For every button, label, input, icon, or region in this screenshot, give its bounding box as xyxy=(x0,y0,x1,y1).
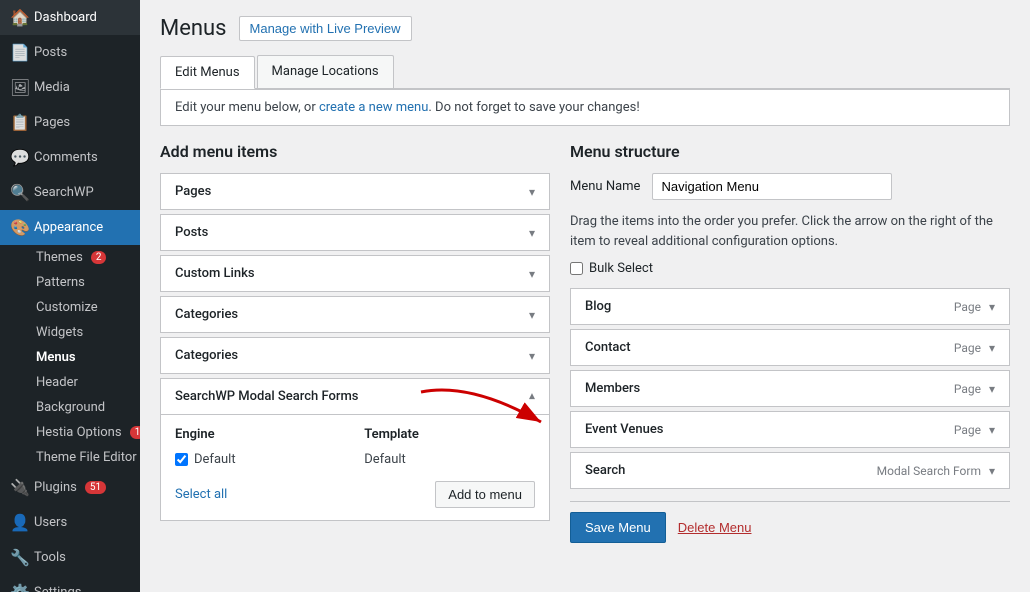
template-col-header: Template xyxy=(364,427,535,448)
accordion-categories2: Categories ▾ xyxy=(160,337,550,374)
bulk-select-row: Bulk Select xyxy=(570,261,1010,276)
save-menu-button[interactable]: Save Menu xyxy=(570,512,666,543)
sidebar-item-dashboard[interactable]: 🏠 Dashboard xyxy=(0,0,140,35)
menu-structure-panel: Menu structure Menu Name Drag the items … xyxy=(570,142,1010,543)
searchwp-row: Default Default xyxy=(175,448,535,471)
accordion-header-categories1[interactable]: Categories ▾ xyxy=(161,297,549,332)
accordion-header-searchwp[interactable]: SearchWP Modal Search Forms ▾ xyxy=(161,379,549,414)
sidebar-item-header[interactable]: Header xyxy=(26,370,140,395)
bulk-select-checkbox[interactable] xyxy=(570,262,583,275)
tab-edit-menus[interactable]: Edit Menus xyxy=(160,56,255,89)
sidebar-item-background[interactable]: Background xyxy=(26,395,140,420)
accordion-searchwp: SearchWP Modal Search Forms ▾ Engine Tem… xyxy=(160,378,550,521)
plugins-icon: 🔌 xyxy=(10,478,28,497)
sidebar-item-themes[interactable]: Themes 2 xyxy=(26,245,140,270)
searchwp-icon: 🔍 xyxy=(10,183,28,202)
searchwp-template-cell: Default xyxy=(364,448,535,471)
searchwp-accordion-body: Engine Template Default xyxy=(161,414,549,520)
users-icon: 👤 xyxy=(10,513,28,532)
menu-name-label: Menu Name xyxy=(570,179,640,194)
bottom-bar: Save Menu Delete Menu xyxy=(570,501,1010,543)
sidebar-item-plugins[interactable]: 🔌 Plugins 51 xyxy=(0,470,140,505)
media-icon: 🖼 xyxy=(10,78,28,97)
sidebar-item-hestia-options[interactable]: Hestia Options 1 xyxy=(26,420,140,445)
searchwp-engine-cell: Default xyxy=(175,448,364,471)
sidebar-item-widgets[interactable]: Widgets xyxy=(26,320,140,345)
sidebar-item-pages[interactable]: 📋 Pages xyxy=(0,105,140,140)
info-bar: Edit your menu below, or create a new me… xyxy=(160,89,1010,126)
chevron-down-icon[interactable]: ▾ xyxy=(989,423,995,437)
sidebar-item-patterns[interactable]: Patterns xyxy=(26,270,140,295)
main-content: Menus Manage with Live Preview Edit Menu… xyxy=(140,0,1030,592)
sidebar-item-menus[interactable]: Menus xyxy=(26,345,140,370)
chevron-down-icon: ▾ xyxy=(529,267,535,281)
chevron-up-icon: ▾ xyxy=(529,390,535,404)
chevron-down-icon: ▾ xyxy=(529,226,535,240)
menu-name-row: Menu Name xyxy=(570,173,1010,200)
tabs: Edit Menus Manage Locations xyxy=(160,55,1010,89)
menu-items-container: Blog Page ▾ Contact Page ▾ Members xyxy=(570,288,1010,489)
engine-col-header: Engine xyxy=(175,427,364,448)
appearance-icon: 🎨 xyxy=(10,218,28,237)
page-header: Menus Manage with Live Preview xyxy=(160,16,1010,41)
tab-manage-locations[interactable]: Manage Locations xyxy=(257,55,394,88)
live-preview-button[interactable]: Manage with Live Preview xyxy=(239,16,412,41)
menu-name-input[interactable] xyxy=(652,173,892,200)
sidebar-item-searchwp[interactable]: 🔍 SearchWP xyxy=(0,175,140,210)
menu-item-event-venues: Event Venues Page ▾ xyxy=(570,411,1010,448)
accordion-header-categories2[interactable]: Categories ▾ xyxy=(161,338,549,373)
sidebar-item-posts[interactable]: 📄 Posts xyxy=(0,35,140,70)
dashboard-icon: 🏠 xyxy=(10,8,28,27)
chevron-down-icon[interactable]: ▾ xyxy=(989,464,995,478)
page-title: Menus xyxy=(160,16,227,41)
bulk-select-label: Bulk Select xyxy=(589,261,653,276)
sidebar-item-users[interactable]: 👤 Users xyxy=(0,505,140,540)
drag-hint: Drag the items into the order you prefer… xyxy=(570,212,1010,251)
comments-icon: 💬 xyxy=(10,148,28,167)
sidebar-item-media[interactable]: 🖼 Media xyxy=(0,70,140,105)
chevron-down-icon[interactable]: ▾ xyxy=(989,382,995,396)
tools-icon: 🔧 xyxy=(10,548,28,567)
two-column-layout: Add menu items Pages ▾ Posts ▾ Custom Li… xyxy=(160,142,1010,543)
menu-item-search: Search Modal Search Form ▾ xyxy=(570,452,1010,489)
settings-icon: ⚙️ xyxy=(10,583,28,592)
sidebar-item-customize[interactable]: Customize xyxy=(26,295,140,320)
accordion-footer: Select all Add to menu xyxy=(175,481,535,508)
add-to-menu-button[interactable]: Add to menu xyxy=(435,481,535,508)
accordion-pages: Pages ▾ xyxy=(160,173,550,210)
accordion-custom-links: Custom Links ▾ xyxy=(160,255,550,292)
sidebar-item-settings[interactable]: ⚙️ Settings xyxy=(0,575,140,592)
accordion-posts: Posts ▾ xyxy=(160,214,550,251)
accordion-header-custom-links[interactable]: Custom Links ▾ xyxy=(161,256,549,291)
sidebar-item-appearance[interactable]: 🎨 Appearance xyxy=(0,210,140,245)
chevron-down-icon: ▾ xyxy=(529,185,535,199)
select-all-link[interactable]: Select all xyxy=(175,487,227,502)
accordion-header-posts[interactable]: Posts ▾ xyxy=(161,215,549,250)
menu-item-blog: Blog Page ▾ xyxy=(570,288,1010,325)
menu-item-contact: Contact Page ▾ xyxy=(570,329,1010,366)
accordion-header-pages[interactable]: Pages ▾ xyxy=(161,174,549,209)
sidebar: 🏠 Dashboard 📄 Posts 🖼 Media 📋 Pages 💬 Co… xyxy=(0,0,140,592)
posts-icon: 📄 xyxy=(10,43,28,62)
chevron-down-icon: ▾ xyxy=(529,308,535,322)
sidebar-item-theme-file-editor[interactable]: Theme File Editor xyxy=(26,445,140,470)
chevron-down-icon[interactable]: ▾ xyxy=(989,300,995,314)
searchwp-table: Engine Template Default xyxy=(175,427,535,471)
chevron-down-icon: ▾ xyxy=(529,349,535,363)
create-new-menu-link[interactable]: create a new menu xyxy=(319,100,428,115)
add-menu-title: Add menu items xyxy=(160,142,550,161)
sidebar-item-comments[interactable]: 💬 Comments xyxy=(0,140,140,175)
pages-icon: 📋 xyxy=(10,113,28,132)
chevron-down-icon[interactable]: ▾ xyxy=(989,341,995,355)
add-menu-panel: Add menu items Pages ▾ Posts ▾ Custom Li… xyxy=(160,142,550,525)
menu-structure-title: Menu structure xyxy=(570,142,1010,161)
delete-menu-button[interactable]: Delete Menu xyxy=(678,520,752,535)
searchwp-checkbox[interactable] xyxy=(175,453,188,466)
sidebar-item-tools[interactable]: 🔧 Tools xyxy=(0,540,140,575)
appearance-submenu: Themes 2 Patterns Customize Widgets Menu… xyxy=(0,245,140,470)
menu-item-members: Members Page ▾ xyxy=(570,370,1010,407)
accordion-categories1: Categories ▾ xyxy=(160,296,550,333)
